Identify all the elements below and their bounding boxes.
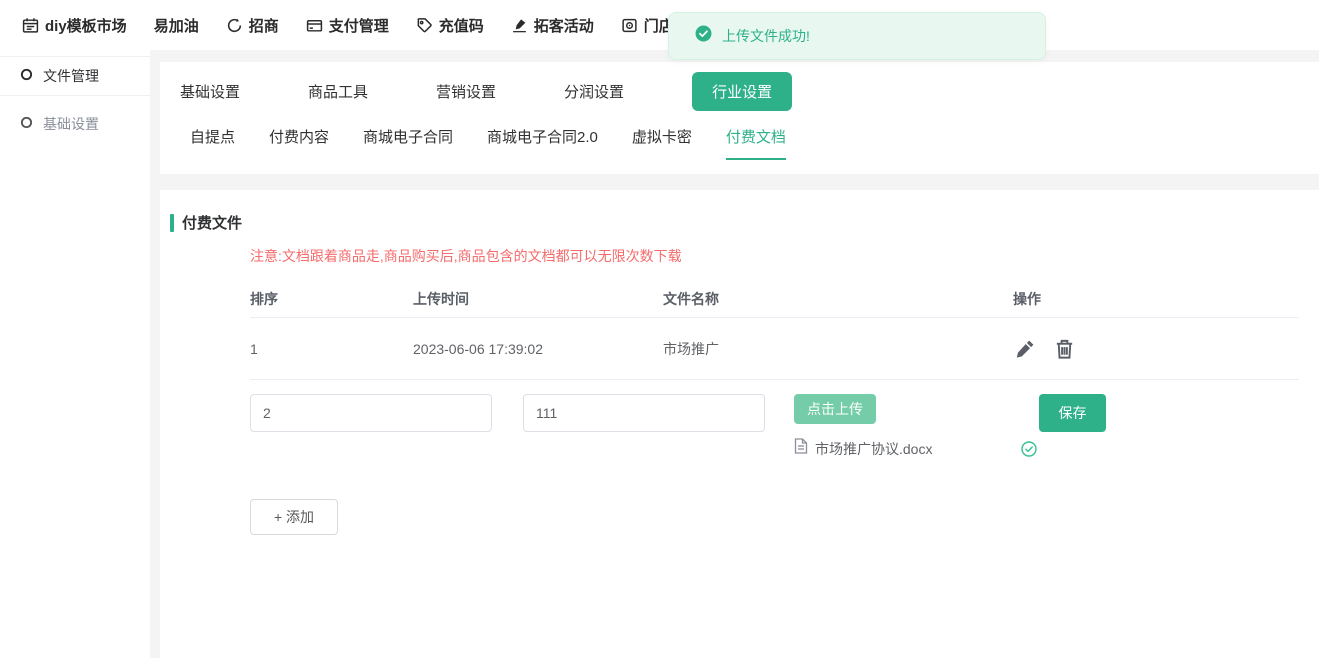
- column-header-upload-time: 上传时间: [413, 289, 663, 309]
- section-accent-bar: [170, 214, 174, 232]
- cell-sort: 1: [250, 341, 413, 357]
- subtab-mall-econtract-2[interactable]: 商城电子合同2.0: [487, 126, 598, 158]
- sidebar: 文件管理 基础设置: [0, 50, 150, 658]
- nav-label: 拓客活动: [534, 15, 594, 36]
- content-panel: 付费文件 注意:文档跟着商品走,商品购买后,商品包含的文档都可以无限次数下载 排…: [160, 190, 1319, 658]
- add-row-button[interactable]: + 添加: [250, 499, 338, 535]
- sidebar-item-file-manage[interactable]: 文件管理: [0, 56, 150, 96]
- cell-file-name: 市场推广: [663, 339, 1013, 359]
- tab-marketing-settings[interactable]: 营销设置: [436, 81, 496, 102]
- column-header-actions: 操作: [1013, 289, 1299, 309]
- tab-profit-settings[interactable]: 分润设置: [564, 81, 624, 102]
- new-document-form: 点击上传 市场推广协议.docx 保存: [250, 394, 1319, 459]
- subtab-mall-econtract[interactable]: 商城电子合同: [363, 126, 453, 158]
- cell-upload-time: 2023-06-06 17:39:02: [413, 341, 663, 357]
- column-header-file-name: 文件名称: [663, 289, 1013, 309]
- column-header-sort: 排序: [250, 289, 413, 309]
- nav-label: 易加油: [154, 15, 199, 36]
- nav-label: 支付管理: [329, 15, 389, 36]
- tab-industry-settings[interactable]: 行业设置: [692, 72, 792, 111]
- uploaded-file-name: 市场推广协议.docx: [815, 439, 932, 459]
- main-tabs: 基础设置 商品工具 营销设置 分润设置 行业设置: [160, 62, 1319, 120]
- document-icon: [794, 438, 808, 459]
- section-warning-note: 注意:文档跟着商品走,商品购买后,商品包含的文档都可以无限次数下载: [250, 246, 1319, 266]
- uploaded-file-item[interactable]: 市场推广协议.docx: [794, 438, 1037, 459]
- section-title: 付费文件: [182, 212, 242, 233]
- delete-icon[interactable]: [1053, 337, 1076, 361]
- section-header: 付费文件: [170, 212, 1319, 233]
- nav-item-tuoke-activity[interactable]: 拓客活动: [511, 15, 594, 36]
- upload-column: 点击上传 市场推广协议.docx: [794, 394, 1037, 459]
- toast-message: 上传文件成功!: [722, 26, 810, 46]
- tag-icon: [416, 17, 433, 34]
- edit-icon[interactable]: [1013, 337, 1037, 361]
- cell-actions: [1013, 337, 1299, 361]
- tab-product-tools[interactable]: 商品工具: [308, 81, 368, 102]
- circle-icon: [20, 68, 33, 84]
- nav-item-diy-template-market[interactable]: diy模板市场: [22, 15, 127, 36]
- table-header-row: 排序 上传时间 文件名称 操作: [250, 280, 1299, 318]
- recycle-icon: [226, 17, 243, 34]
- nav-item-zhaoshang[interactable]: 招商: [226, 15, 279, 36]
- check-circle-icon: [695, 25, 712, 47]
- nav-label: diy模板市场: [45, 15, 127, 36]
- calendar-icon: [22, 17, 39, 34]
- nav-item-payment-manage[interactable]: 支付管理: [306, 15, 389, 36]
- subtab-pickup-point[interactable]: 自提点: [190, 126, 235, 158]
- success-toast: 上传文件成功!: [668, 12, 1046, 60]
- upload-button[interactable]: 点击上传: [794, 394, 876, 424]
- tabs-panel: 基础设置 商品工具 营销设置 分润设置 行业设置 自提点 付费内容 商城电子合同…: [160, 62, 1319, 174]
- top-navbar: diy模板市场 易加油 招商 支付管理: [0, 0, 1319, 50]
- sidebar-item-basic-settings[interactable]: 基础设置: [0, 104, 150, 144]
- nav-label: 充值码: [439, 15, 484, 36]
- card-icon: [306, 17, 323, 34]
- nav-item-yijiayou[interactable]: 易加油: [154, 15, 199, 36]
- table-row: 1 2023-06-06 17:39:02 市场推广: [250, 318, 1299, 380]
- subtab-paid-content[interactable]: 付费内容: [269, 126, 329, 158]
- sort-input[interactable]: [250, 394, 492, 432]
- nav-label: 招商: [249, 15, 279, 36]
- documents-table: 排序 上传时间 文件名称 操作 1 2023-06-06 17:39:02 市场…: [250, 280, 1299, 380]
- nav-item-recharge-code[interactable]: 充值码: [416, 15, 484, 36]
- sidebar-item-label: 基础设置: [43, 114, 99, 134]
- register-icon: [621, 17, 638, 34]
- subtab-paid-docs[interactable]: 付费文档: [726, 126, 786, 160]
- sidebar-item-label: 文件管理: [43, 66, 99, 86]
- tab-basic-settings[interactable]: 基础设置: [180, 81, 240, 102]
- circle-icon: [20, 116, 33, 132]
- subtab-virtual-card[interactable]: 虚拟卡密: [632, 126, 692, 158]
- save-button[interactable]: 保存: [1039, 394, 1106, 432]
- upload-success-icon: [1021, 441, 1037, 457]
- pen-icon: [511, 17, 528, 34]
- file-name-input[interactable]: [523, 394, 765, 432]
- sub-tabs: 自提点 付费内容 商城电子合同 商城电子合同2.0 虚拟卡密 付费文档: [160, 126, 1319, 160]
